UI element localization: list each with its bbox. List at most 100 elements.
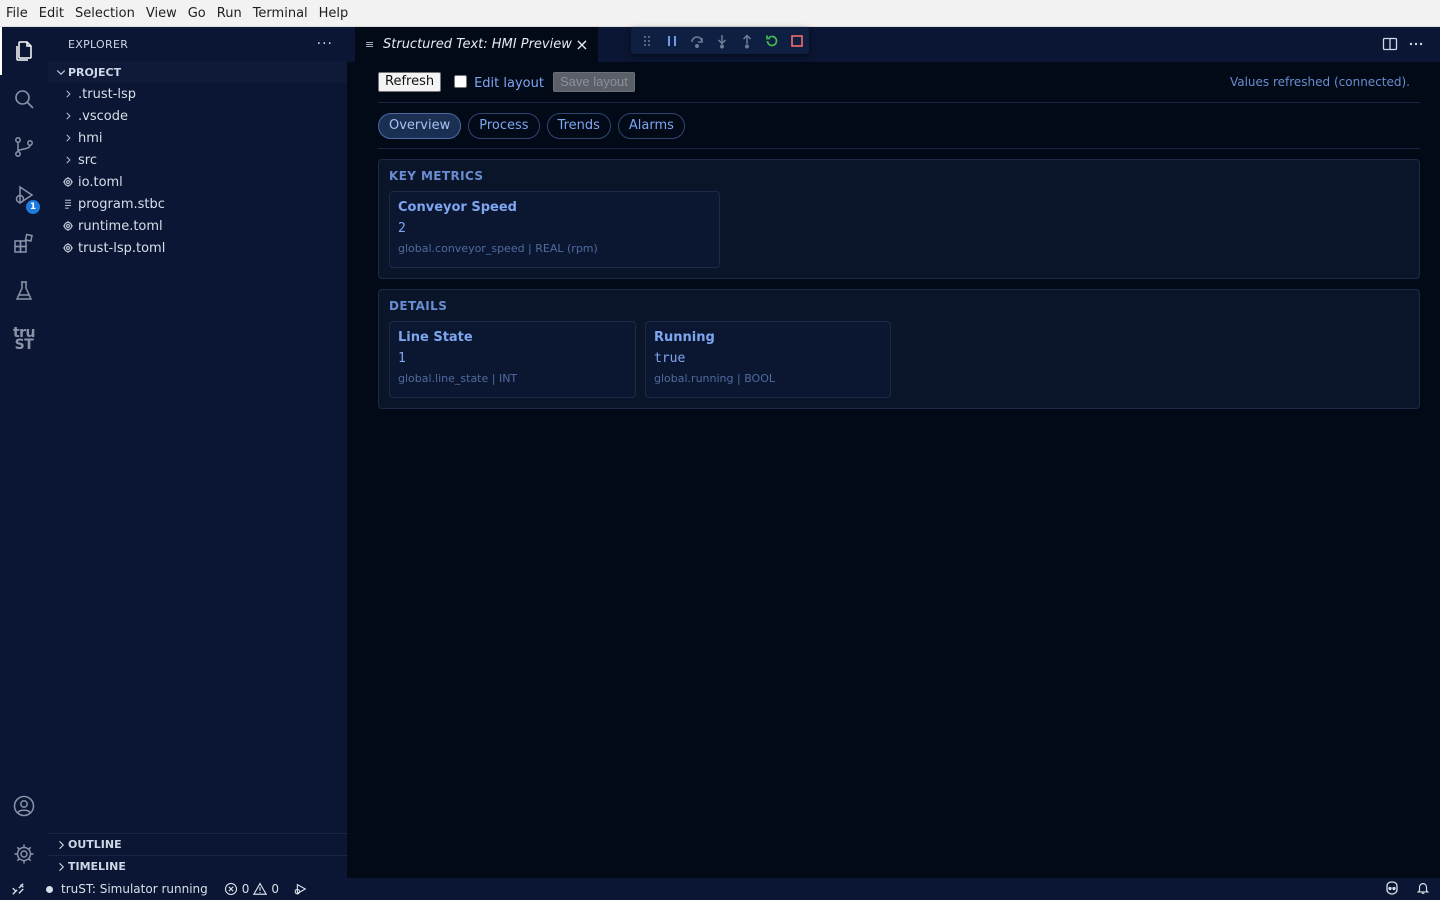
step-out-icon[interactable]: [734, 29, 759, 53]
card-value: 2: [398, 221, 406, 236]
chevron-right-icon: [60, 108, 76, 124]
step-into-icon[interactable]: [710, 29, 735, 53]
refresh-status-text: Values refreshed (connected).: [1229, 75, 1410, 89]
editor-area: ≡ Structured Text: HMI Preview × Refresh…: [347, 27, 1440, 878]
file-lines-icon: [60, 196, 76, 212]
tree-item-io-toml[interactable]: io.toml: [48, 171, 347, 193]
metric-card-line-state: Line State 1 global.line_state | INT: [389, 321, 636, 398]
tree-item-vscode[interactable]: .vscode: [48, 105, 347, 127]
tab-hmi-preview[interactable]: ≡ Structured Text: HMI Preview ×: [355, 27, 598, 62]
tree-item-label: src: [78, 152, 97, 168]
tab-process[interactable]: Process: [468, 112, 540, 139]
debug-toolbar: [631, 27, 809, 54]
outline-section-header[interactable]: OUTLINE: [48, 833, 347, 855]
explorer-icon[interactable]: [0, 27, 48, 75]
explorer-sidebar: EXPLORER ··· PROJECT .trust-lsp .vscode …: [48, 27, 347, 878]
accounts-icon[interactable]: [0, 782, 48, 830]
refresh-button[interactable]: Refresh: [378, 72, 442, 92]
tree-item-trust-lsp-toml[interactable]: trust-lsp.toml: [48, 237, 347, 259]
tab-title: Structured Text: HMI Preview: [383, 37, 572, 52]
chevron-down-icon: [54, 65, 68, 79]
file-tree: .trust-lsp .vscode hmi src io.toml progr…: [48, 83, 347, 259]
menu-go[interactable]: Go: [184, 0, 210, 27]
details-section: DETAILS Line State 1 global.line_state |…: [378, 289, 1420, 409]
extensions-icon[interactable]: [0, 219, 48, 267]
stop-icon[interactable]: [784, 29, 809, 53]
tree-item-src[interactable]: src: [48, 149, 347, 171]
preview-file-icon: ≡: [365, 38, 375, 51]
drag-handle-icon[interactable]: [635, 29, 660, 53]
metric-card-running: Running true global.running | BOOL: [645, 321, 891, 398]
menu-selection[interactable]: Selection: [71, 0, 139, 27]
project-section-header[interactable]: PROJECT: [48, 61, 347, 83]
tree-item-label: io.toml: [78, 174, 123, 190]
tab-alarms[interactable]: Alarms: [617, 112, 685, 139]
tree-item-label: hmi: [78, 130, 103, 146]
menu-bar: File Edit Selection View Go Run Terminal…: [0, 0, 1440, 27]
notifications-bell-icon[interactable]: [1416, 881, 1430, 898]
menu-view[interactable]: View: [142, 0, 181, 27]
warning-icon: [253, 882, 268, 895]
pause-icon[interactable]: [660, 29, 685, 53]
copilot-icon[interactable]: [1384, 880, 1400, 899]
chevron-right-icon: [54, 860, 68, 874]
warning-count: 0: [271, 882, 280, 896]
chevron-right-icon: [60, 130, 76, 146]
debug-launch-icon[interactable]: [293, 882, 307, 896]
tree-item-label: program.stbc: [78, 196, 165, 212]
card-meta: global.running | BOOL: [654, 372, 775, 385]
card-value: true: [654, 351, 686, 366]
tree-item-hmi[interactable]: hmi: [48, 127, 347, 149]
tree-item-trust-lsp[interactable]: .trust-lsp: [48, 83, 347, 105]
step-over-icon[interactable]: [685, 29, 710, 53]
settings-gear-icon[interactable]: [0, 830, 48, 878]
tree-item-runtime-toml[interactable]: runtime.toml: [48, 215, 347, 237]
timeline-section-header[interactable]: TIMELINE: [48, 855, 347, 877]
restart-icon[interactable]: [759, 29, 784, 53]
source-control-icon[interactable]: [0, 123, 48, 171]
key-metrics-section: KEY METRICS Conveyor Speed 2 global.conv…: [378, 159, 1420, 279]
tab-overview[interactable]: Overview: [378, 112, 462, 139]
card-meta: global.conveyor_speed | REAL (rpm): [398, 242, 598, 255]
menu-help[interactable]: Help: [315, 0, 353, 27]
menu-edit[interactable]: Edit: [35, 0, 68, 27]
chevron-right-icon: [54, 838, 68, 852]
run-debug-icon[interactable]: 1: [0, 171, 48, 219]
outline-label: OUTLINE: [68, 838, 122, 851]
testing-icon[interactable]: [0, 267, 48, 315]
more-actions-icon[interactable]: [1408, 36, 1424, 56]
tree-item-program-stbc[interactable]: program.stbc: [48, 193, 347, 215]
menu-run[interactable]: Run: [213, 0, 246, 27]
remote-icon[interactable]: [0, 878, 36, 900]
split-editor-icon[interactable]: [1382, 36, 1398, 56]
error-count: 0: [241, 882, 250, 896]
editor-actions: [1382, 36, 1424, 56]
simulator-status-label: truST: Simulator running: [61, 882, 208, 896]
trust-logo-bottom: ST: [14, 337, 34, 353]
project-label: PROJECT: [68, 65, 122, 79]
error-icon: [224, 882, 237, 896]
simulator-status[interactable]: truST: Simulator running: [36, 882, 208, 896]
hmi-tabs: Overview Process Trends Alarms: [378, 103, 1420, 149]
section-title: DETAILS: [389, 299, 448, 313]
edit-layout-label[interactable]: Edit layout: [474, 76, 544, 91]
tree-item-label: trust-lsp.toml: [78, 240, 166, 256]
card-title: Line State: [398, 330, 473, 345]
timeline-label: TIMELINE: [68, 860, 126, 873]
card-value: 1: [398, 351, 406, 366]
search-icon[interactable]: [0, 75, 48, 123]
save-layout-button[interactable]: Save layout: [552, 72, 635, 92]
tab-trends[interactable]: Trends: [546, 112, 611, 139]
problems-status[interactable]: 0 0: [224, 882, 279, 896]
menu-terminal[interactable]: Terminal: [249, 0, 312, 27]
close-icon[interactable]: ×: [574, 35, 590, 54]
trust-logo-icon[interactable]: tru ST: [0, 315, 48, 363]
status-bar-right: [1384, 878, 1430, 900]
more-actions-icon[interactable]: ···: [317, 36, 333, 52]
section-title: KEY METRICS: [389, 169, 484, 183]
menu-file[interactable]: File: [2, 0, 32, 27]
status-dot-icon: [46, 885, 53, 893]
explorer-title: EXPLORER: [68, 37, 129, 51]
edit-layout-checkbox[interactable]: [454, 74, 468, 88]
activity-bar: 1 tru ST: [0, 27, 48, 878]
